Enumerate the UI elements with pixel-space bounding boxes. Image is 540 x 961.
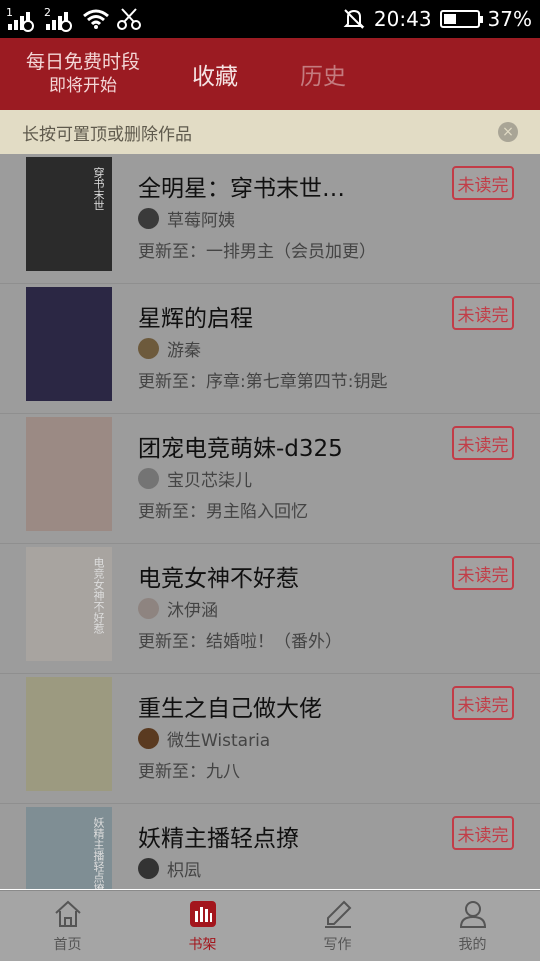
author-name: 宝贝芯柒儿 xyxy=(167,471,252,491)
book-cover-image[interactable]: 妖精主播轻点撩 xyxy=(26,807,112,889)
top-header: 每日免费时段 即将开始 收藏 历史 xyxy=(0,38,540,110)
bell-muted-icon xyxy=(343,9,365,29)
nav-profile[interactable]: 我的 xyxy=(405,891,540,961)
author-avatar xyxy=(138,858,159,879)
unread-badge[interactable]: 未读完 xyxy=(452,816,514,850)
nav-home[interactable]: 首页 xyxy=(0,891,135,961)
book-title[interactable]: 重生之自己做大佬 xyxy=(138,689,322,723)
book-latest-update: 更新至：男主陷入回忆 xyxy=(138,502,308,522)
battery-percent: 37% xyxy=(487,7,532,31)
signal-sim2-icon: 2 xyxy=(44,6,72,32)
book-latest-update: 更新至：九八 xyxy=(138,762,240,782)
unread-badge[interactable]: 未读完 xyxy=(452,556,514,590)
book-cover-text: 电竞女神不好惹 xyxy=(92,557,105,634)
free-period-banner[interactable]: 每日免费时段 即将开始 xyxy=(0,50,166,98)
bottom-navigation: 首页 书架 写作 我的 xyxy=(0,890,540,961)
author-avatar xyxy=(138,598,159,619)
free-period-subtitle: 即将开始 xyxy=(49,76,117,96)
person-icon xyxy=(459,901,486,928)
author-name: 草莓阿姨 xyxy=(167,211,235,231)
book-latest-update: 更新至：结婚啦！（番外） xyxy=(138,632,342,652)
author-name: 枳凨 xyxy=(167,861,201,881)
bookshelf-icon xyxy=(189,901,216,927)
book-cover-image[interactable]: 穿书末世 xyxy=(26,157,112,271)
unread-badge[interactable]: 未读完 xyxy=(452,686,514,720)
book-title[interactable]: 星辉的启程 xyxy=(138,299,253,333)
signal-sim1-icon: 1 xyxy=(6,6,34,32)
book-cover-text: 穿书末世 xyxy=(92,167,105,211)
nav-home-label: 首页 xyxy=(53,937,82,953)
unread-badge[interactable]: 未读完 xyxy=(452,426,514,460)
sim1-label: 1 xyxy=(6,6,13,19)
book-latest-update: 更新至：一排男主（会员加更） xyxy=(138,242,376,262)
pen-icon xyxy=(324,900,351,928)
tip-text: 长按可置顶或删除作品 xyxy=(22,124,192,145)
book-author: 枳凨 xyxy=(138,856,201,881)
tip-banner: 长按可置顶或删除作品 × xyxy=(0,110,540,154)
author-name: 沐伊涵 xyxy=(167,601,218,621)
book-author: 微生Wistaria xyxy=(138,726,270,751)
sim2-label: 2 xyxy=(44,6,51,19)
author-avatar xyxy=(138,338,159,359)
nav-write[interactable]: 写作 xyxy=(270,891,405,961)
close-icon[interactable]: × xyxy=(498,122,518,142)
book-author: 宝贝芯柒儿 xyxy=(138,466,252,491)
author-avatar xyxy=(138,208,159,229)
status-icons-right: 20:43 ⚡ 37% xyxy=(342,7,532,31)
book-title[interactable]: 电竞女神不好惹 xyxy=(138,559,299,593)
book-author: 草莓阿姨 xyxy=(138,206,235,231)
status-icons-left: 1 2 xyxy=(6,6,142,32)
book-title[interactable]: 团宠电竞萌妹-d325 xyxy=(138,429,343,463)
book-author: 游秦 xyxy=(138,336,201,361)
book-cover-image[interactable] xyxy=(26,417,112,531)
home-icon xyxy=(54,900,81,927)
author-avatar xyxy=(138,728,159,749)
book-title[interactable]: 妖精主播轻点撩 xyxy=(138,819,299,853)
book-author: 沐伊涵 xyxy=(138,596,218,621)
author-name: 微生Wistaria xyxy=(167,731,271,751)
nav-bookshelf[interactable]: 书架 xyxy=(135,891,270,961)
author-avatar xyxy=(138,468,159,489)
book-row[interactable]: 电竞女神不好惹 电竞女神不好惹 沐伊涵 更新至：结婚啦！（番外） 未读完 xyxy=(0,544,540,674)
wifi-icon xyxy=(83,9,109,29)
tab-history[interactable]: 历史 xyxy=(300,57,346,91)
nav-bookshelf-label: 书架 xyxy=(188,937,217,953)
status-bar: 1 2 20:43 ⚡ 37% xyxy=(0,0,540,38)
book-cover-image[interactable] xyxy=(26,677,112,791)
book-row[interactable]: 团宠电竞萌妹-d325 宝贝芯柒儿 更新至：男主陷入回忆 未读完 xyxy=(0,414,540,544)
nav-profile-label: 我的 xyxy=(458,937,487,953)
book-latest-update: 更新至：序章:第七章第四节:钥匙 xyxy=(138,372,388,392)
free-period-title: 每日免费时段 xyxy=(25,51,140,73)
battery-icon: ⚡ xyxy=(439,10,483,28)
book-cover-text: 妖精主播轻点撩 xyxy=(92,817,105,889)
book-row[interactable]: 穿书末世 全明星：穿书末世… 草莓阿姨 更新至：一排男主（会员加更） 未读完 xyxy=(0,154,540,284)
tab-favorites[interactable]: 收藏 xyxy=(192,57,238,91)
nav-write-label: 写作 xyxy=(323,937,352,953)
unread-badge[interactable]: 未读完 xyxy=(452,296,514,330)
author-name: 游秦 xyxy=(167,341,201,361)
unread-badge[interactable]: 未读完 xyxy=(452,166,514,200)
book-cover-image[interactable]: 电竞女神不好惹 xyxy=(26,547,112,661)
book-row[interactable]: 妖精主播轻点撩 妖精主播轻点撩 枳凨 未读完 xyxy=(0,804,540,889)
bookshelf-list: 穿书末世 全明星：穿书末世… 草莓阿姨 更新至：一排男主（会员加更） 未读完 星… xyxy=(0,154,540,889)
clock: 20:43 xyxy=(373,7,432,31)
book-title[interactable]: 全明星：穿书末世… xyxy=(138,169,345,203)
book-cover-image[interactable] xyxy=(26,287,112,401)
book-row[interactable]: 星辉的启程 游秦 更新至：序章:第七章第四节:钥匙 未读完 xyxy=(0,284,540,414)
book-row[interactable]: 重生之自己做大佬 微生Wistaria 更新至：九八 未读完 xyxy=(0,674,540,804)
scissors-icon xyxy=(117,8,141,30)
